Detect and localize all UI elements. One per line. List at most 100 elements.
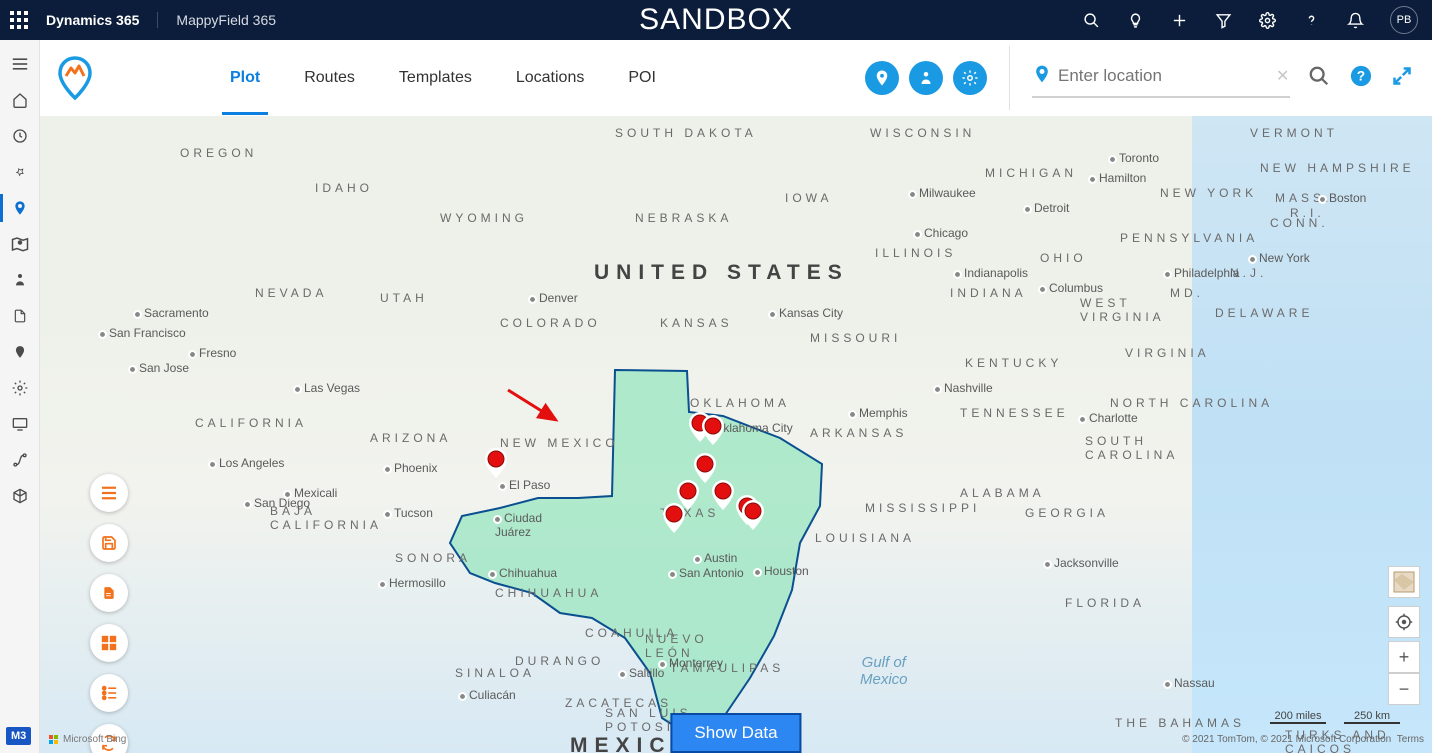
terms-link[interactable]: Terms: [1397, 734, 1424, 745]
file-icon[interactable]: [10, 306, 30, 326]
help-icon[interactable]: [1302, 11, 1320, 29]
map-shape-icon[interactable]: [10, 234, 30, 254]
state-label: ARKANSAS: [810, 426, 907, 440]
gear-icon[interactable]: [10, 378, 30, 398]
map-marker-icon[interactable]: [10, 198, 30, 218]
city-label: Chihuahua: [490, 566, 557, 580]
city-label: Columbus: [1040, 281, 1103, 295]
bell-icon[interactable]: [1346, 11, 1364, 29]
city-label: Austin: [695, 551, 737, 565]
product-name[interactable]: Dynamics 365: [46, 12, 139, 28]
route-icon[interactable]: [10, 450, 30, 470]
map-pin[interactable]: [702, 415, 724, 445]
app-launcher-icon[interactable]: [10, 11, 28, 29]
header-divider: [1009, 46, 1010, 110]
annotation-arrow: [506, 388, 566, 428]
app-name[interactable]: MappyField 365: [176, 12, 276, 28]
map-pin[interactable]: [742, 500, 764, 530]
legend-icon[interactable]: [90, 674, 128, 712]
map-tool-column: [90, 474, 128, 753]
map-pin[interactable]: [694, 453, 716, 483]
locate-me-button[interactable]: [1388, 606, 1420, 638]
city-label: San Francisco: [100, 326, 186, 340]
list-icon[interactable]: [90, 474, 128, 512]
state-label: COAHUILA: [585, 626, 678, 640]
fullscreen-icon[interactable]: [1392, 66, 1412, 91]
map-scale: 200 miles 250 km: [1270, 710, 1400, 724]
city-label: Milwaukee: [910, 186, 976, 200]
location-search-input[interactable]: [1058, 58, 1288, 94]
map-pin[interactable]: [677, 480, 699, 510]
search-icon[interactable]: [1082, 11, 1100, 29]
city-label: Phoenix: [385, 461, 437, 475]
city-label: San Jose: [130, 361, 189, 375]
city-label: San Antonio: [670, 566, 744, 580]
save-icon[interactable]: [90, 524, 128, 562]
show-data-button[interactable]: Show Data: [670, 713, 801, 753]
state-label: SOUTH DAKOTA: [615, 126, 757, 140]
home-icon[interactable]: [10, 90, 30, 110]
settings-gear-icon[interactable]: [1258, 11, 1276, 29]
state-label: BAJA CALIFORNIA: [270, 504, 382, 532]
document-icon[interactable]: [90, 574, 128, 612]
state-label: NEW MEXICO: [500, 436, 619, 450]
state-label: TENNESSEE: [960, 406, 1069, 420]
bing-logo[interactable]: Microsoft Bing: [49, 734, 126, 745]
marker-fill-icon[interactable]: [10, 342, 30, 362]
state-label: IDAHO: [315, 181, 373, 195]
state-label: DURANGO: [515, 654, 604, 668]
territory-map-button[interactable]: [865, 61, 899, 95]
lightbulb-icon[interactable]: [1126, 11, 1144, 29]
state-label: SONORA: [395, 551, 471, 565]
tab-routes[interactable]: Routes: [304, 42, 355, 114]
state-label: WEST VIRGINIA: [1080, 296, 1165, 324]
city-label: Las Vegas: [295, 381, 360, 395]
city-label: Kansas City: [770, 306, 843, 320]
menu-icon[interactable]: [10, 54, 30, 74]
city-label: Ciudad Juárez: [495, 511, 542, 539]
clock-icon[interactable]: [10, 126, 30, 146]
map-pin[interactable]: [485, 448, 507, 478]
zoom-in-button[interactable]: +: [1388, 641, 1420, 673]
state-label: OREGON: [180, 146, 257, 160]
location-pin-icon: [1032, 62, 1052, 91]
cube-icon[interactable]: [10, 486, 30, 506]
app-logo[interactable]: [50, 54, 100, 102]
clear-location-icon[interactable]: ✕: [1276, 66, 1289, 86]
state-label: NUEVO LEÓN: [645, 632, 708, 660]
grid-icon[interactable]: [90, 624, 128, 662]
resource-button[interactable]: [909, 61, 943, 95]
tab-poi[interactable]: POI: [628, 42, 656, 114]
settings-button[interactable]: [953, 61, 987, 95]
country-label: UNITED STATES: [594, 261, 849, 285]
state-label: OKLAHOMA: [690, 396, 790, 410]
user-avatar[interactable]: PB: [1390, 6, 1418, 34]
header-help-icon[interactable]: ?: [1350, 65, 1372, 92]
state-label: WYOMING: [440, 211, 528, 225]
zoom-out-button[interactable]: −: [1388, 673, 1420, 705]
tab-plot[interactable]: Plot: [230, 42, 260, 114]
city-label: Denver: [530, 291, 578, 305]
city-label: Fresno: [190, 346, 236, 360]
map-canvas[interactable]: UNITED STATES MEXICO Gulf of Mexico OREG…: [40, 116, 1432, 753]
person-pin-icon[interactable]: [10, 270, 30, 290]
tab-templates[interactable]: Templates: [399, 42, 472, 114]
header-search-icon[interactable]: [1308, 65, 1330, 92]
pin-icon[interactable]: [10, 162, 30, 182]
svg-text:?: ?: [1357, 68, 1365, 83]
monitor-icon[interactable]: [10, 414, 30, 434]
tab-locations[interactable]: Locations: [516, 42, 585, 114]
state-label: MISSISSIPPI: [865, 501, 980, 515]
state-label: UTAH: [380, 291, 428, 305]
d365-top-bar: Dynamics 365 MappyField 365 SANDBOX PB: [0, 0, 1432, 40]
map-style-button[interactable]: [1388, 566, 1420, 598]
state-label: CALIFORNIA: [195, 416, 307, 430]
input-underline: [1032, 96, 1290, 98]
map-pin[interactable]: [712, 480, 734, 510]
city-label: Monterrey: [660, 656, 723, 670]
city-label: Nashville: [935, 381, 993, 395]
filter-icon[interactable]: [1214, 11, 1232, 29]
add-icon[interactable]: [1170, 11, 1188, 29]
state-label: ILLINOIS: [875, 246, 956, 260]
rail-badge[interactable]: M3: [6, 727, 31, 745]
